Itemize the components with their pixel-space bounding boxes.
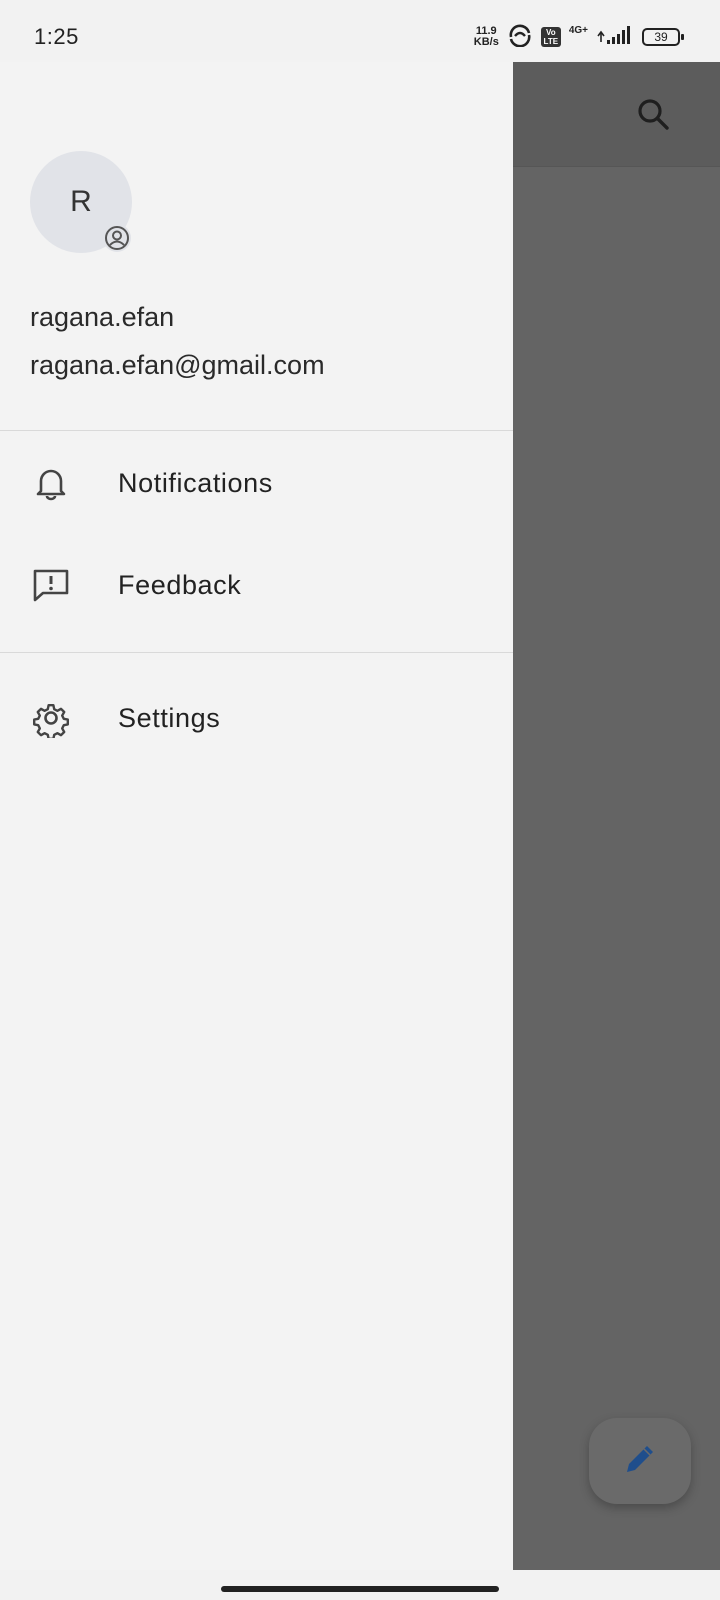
compose-fab[interactable]	[589, 1418, 691, 1504]
bell-icon	[30, 462, 72, 504]
menu-label-feedback: Feedback	[118, 569, 242, 600]
menu-item-notifications[interactable]: Notifications	[0, 433, 513, 533]
volte-bottom: LTE	[543, 37, 559, 46]
status-icons: 11.9 KB/s Vo LTE 4G+ 39	[474, 22, 684, 52]
net-speed: 11.9 KB/s	[474, 26, 499, 48]
battery-icon: 39	[642, 28, 684, 46]
gesture-nav-area	[0, 1570, 720, 1600]
net-speed-unit: KB/s	[473, 36, 499, 48]
menu-label-settings: Settings	[118, 702, 221, 733]
account-email: ragana.efan@gmail.com	[30, 350, 325, 380]
status-bar: 1:25 11.9 KB/s Vo LTE 4G+ 39	[0, 0, 720, 62]
screen: 1:25 11.9 KB/s Vo LTE 4G+ 39 R ragana.ef…	[0, 0, 720, 1600]
network-type: 4G+	[568, 25, 588, 36]
account-username: ragana.efan	[30, 302, 175, 332]
gesture-handle[interactable]	[221, 1586, 499, 1592]
divider	[0, 430, 513, 431]
divider	[0, 652, 513, 653]
navigation-drawer: R ragana.efan ragana.efan@gmail.com Noti…	[0, 62, 513, 1570]
feedback-icon	[30, 564, 72, 606]
search-icon[interactable]	[635, 96, 671, 132]
pencil-icon	[623, 1442, 657, 1481]
status-time: 1:25	[34, 24, 79, 49]
hotspot-icon	[507, 23, 533, 52]
menu-item-feedback[interactable]: Feedback	[0, 535, 513, 635]
background-toolbar	[513, 62, 720, 167]
account-icon	[103, 224, 131, 252]
volte-icon: Vo LTE	[540, 27, 561, 47]
avatar-initial: R	[70, 185, 92, 218]
gear-icon	[30, 697, 72, 739]
signal-icon	[596, 24, 634, 51]
menu-item-settings[interactable]: Settings	[0, 668, 513, 768]
volte-top: Vo	[545, 28, 556, 37]
scrim-overlay[interactable]	[513, 62, 720, 1570]
menu-label-notifications: Notifications	[118, 467, 273, 498]
